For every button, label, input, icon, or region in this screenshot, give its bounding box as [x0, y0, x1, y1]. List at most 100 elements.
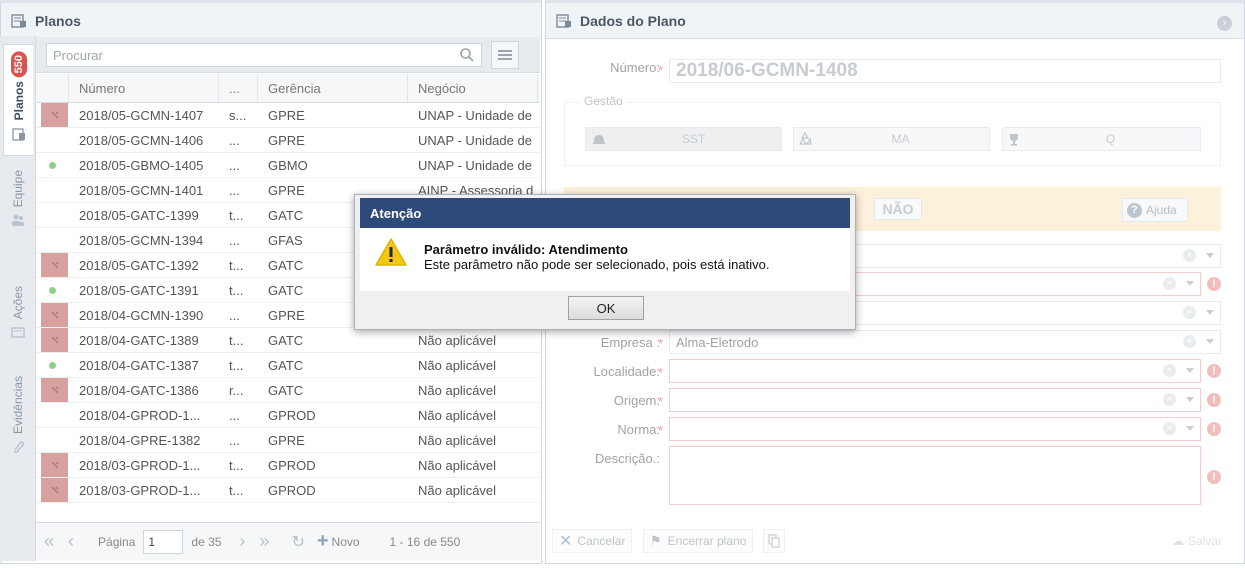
numero-cell: 2018/03-GPROD-1...: [79, 457, 201, 473]
numero-cell: 2018/05-GCMN-1406: [79, 132, 204, 148]
nao-toggle[interactable]: NÃO: [874, 198, 922, 220]
prev-page-icon[interactable]: ‹: [68, 531, 74, 552]
clear-icon[interactable]: ×: [1163, 277, 1176, 290]
close-plan-button[interactable]: ⚑ Encerrar plano: [643, 529, 754, 553]
search-input[interactable]: [53, 47, 459, 63]
gerencia-cell: GPRE: [268, 107, 305, 123]
col-negocio[interactable]: Negócio: [408, 74, 538, 102]
tab-equipe[interactable]: Equipe: [3, 170, 33, 270]
status-late-icon: [41, 253, 68, 277]
new-button[interactable]: + Novo: [317, 530, 360, 553]
localidade-combo[interactable]: ×: [669, 359, 1201, 383]
tab-acoes[interactable]: Ações: [3, 286, 33, 370]
negocio-cell: Não aplicável: [418, 407, 497, 423]
search-icon[interactable]: [459, 47, 475, 63]
ok-button[interactable]: OK: [568, 296, 644, 320]
col-extra[interactable]: ...: [219, 74, 258, 102]
help-button[interactable]: ? Ajuda: [1122, 198, 1188, 222]
col-numero[interactable]: Número: [69, 74, 219, 102]
refresh-icon[interactable]: ↻: [291, 532, 304, 552]
numero-cell: 2018/05-GATC-1392: [79, 257, 199, 273]
search-field: [46, 43, 482, 67]
gestao-ma-button[interactable]: MA: [793, 127, 990, 151]
chevron-down-icon[interactable]: [1186, 426, 1194, 431]
chevron-down-icon[interactable]: [1186, 368, 1194, 373]
chevron-down-icon[interactable]: [1186, 281, 1194, 286]
table-row[interactable]: 2018/03-GPROD-1... t... GPROD Não aplicável: [36, 478, 540, 503]
new-button-label: Novo: [331, 534, 360, 549]
extra-cell: ...: [229, 132, 240, 148]
clear-icon[interactable]: ×: [1183, 249, 1196, 262]
status-late-icon: [41, 453, 68, 477]
last-page-icon[interactable]: »: [259, 531, 269, 552]
col-status[interactable]: [36, 74, 69, 102]
empresa-combo[interactable]: Alma-Eletrodo ×: [669, 330, 1221, 354]
gestao-q-label: Q: [1105, 132, 1116, 146]
numero-cell: 2018/04-GCMN-1390: [79, 307, 204, 323]
table-row[interactable]: 2018/03-GPROD-1... t... GPROD Não aplicável: [36, 453, 540, 478]
table-row[interactable]: 2018/04-GPROD-1...... GPROD Não aplicável: [36, 403, 540, 428]
numero-value: 2018/06-GCMN-1408: [676, 60, 858, 81]
table-row[interactable]: 2018/04-GATC-1387 t... GATC Não aplicável: [36, 353, 540, 378]
negocio-cell: Não aplicável: [418, 457, 497, 473]
tab-planos[interactable]: 550 Planos: [3, 44, 33, 156]
paperclip-icon: [13, 441, 25, 454]
gerencia-cell: GATC: [268, 357, 304, 373]
chevron-down-icon[interactable]: [1206, 253, 1214, 258]
status-cell: [36, 253, 69, 277]
list-menu-button[interactable]: [491, 41, 519, 69]
table-row[interactable]: 2018/05-GCMN-1406... GPRE UNAP - Unidade d…: [36, 128, 540, 153]
negocio-cell: UNAP - Unidade de: [418, 132, 532, 148]
status-cell: [36, 478, 69, 502]
cancel-button[interactable]: ✕ Cancelar: [552, 529, 633, 553]
chevron-down-icon[interactable]: [1186, 397, 1194, 402]
status-cell: [36, 228, 69, 252]
gestao-q-button[interactable]: Q: [1002, 127, 1201, 151]
error-icon: !: [1207, 364, 1221, 378]
error-icon: !: [1207, 393, 1221, 407]
empresa-label: Empresa :: [600, 335, 660, 350]
chevron-down-icon[interactable]: [1206, 339, 1214, 344]
status-cell: [36, 153, 69, 177]
numero-cell: 2018/05-GATC-1399: [79, 207, 199, 223]
gestao-sst-button[interactable]: SST: [585, 127, 782, 151]
page-range: 1 - 16 de 550: [389, 534, 461, 549]
first-page-icon[interactable]: «: [44, 531, 54, 552]
plans-tab-icon: [11, 128, 25, 141]
collapse-icon[interactable]: ›: [1217, 16, 1232, 31]
cancel-label: Cancelar: [577, 534, 626, 548]
clear-icon[interactable]: ×: [1163, 393, 1176, 406]
table-row[interactable]: 2018/05-GBMO-1405... GBMO UNAP - Unidade d…: [36, 153, 540, 178]
status-cell: [36, 428, 69, 452]
page-input[interactable]: [143, 529, 184, 554]
tab-evidencias[interactable]: Evidências: [3, 376, 33, 476]
extra-cell: t...: [229, 357, 244, 373]
origem-combo[interactable]: ×: [669, 388, 1201, 412]
copy-button[interactable]: [763, 529, 785, 553]
table-row[interactable]: 2018/04-GATC-1386 r... GATC Não aplicável: [36, 378, 540, 403]
clear-icon[interactable]: ×: [1183, 306, 1196, 319]
alert-body: Parâmetro inválido: Atendimento Este par…: [360, 228, 850, 291]
chevron-down-icon[interactable]: [1206, 310, 1214, 315]
table-row[interactable]: 2018/04-GPRE-1382... GPRE Não aplicável: [36, 428, 540, 453]
alert-dialog: Atenção Parâmetro inválido: Atendimento …: [354, 194, 856, 330]
tab-equipe-label: Equipe: [11, 170, 25, 208]
numero-cell: 2018/04-GPRE-1382: [79, 432, 201, 448]
save-button[interactable]: ☁ Salvar: [1166, 529, 1228, 553]
gerencia-cell: GPRE: [268, 132, 305, 148]
next-page-icon[interactable]: ›: [239, 531, 245, 552]
norma-combo[interactable]: ×: [669, 417, 1201, 441]
clear-icon[interactable]: ×: [1183, 335, 1196, 348]
clear-icon[interactable]: ×: [1163, 422, 1176, 435]
descricao-textarea[interactable]: [669, 446, 1201, 505]
clear-icon[interactable]: ×: [1163, 364, 1176, 377]
table-row[interactable]: 2018/05-GCMN-1407 s... GPRE UNAP - Unidade …: [36, 103, 540, 128]
extra-cell: ...: [229, 157, 240, 173]
plans-count-badge: 550: [10, 51, 27, 78]
table-row[interactable]: 2018/04-GATC-1389 t... GATC Não aplicável: [36, 328, 540, 353]
descricao-label: Descrição.:: [594, 451, 660, 466]
negocio-cell: Não aplicável: [418, 332, 497, 348]
extra-cell: ...: [229, 182, 240, 198]
gerencia-cell: GPRE: [268, 432, 305, 448]
col-gerencia[interactable]: Gerência: [258, 74, 408, 102]
